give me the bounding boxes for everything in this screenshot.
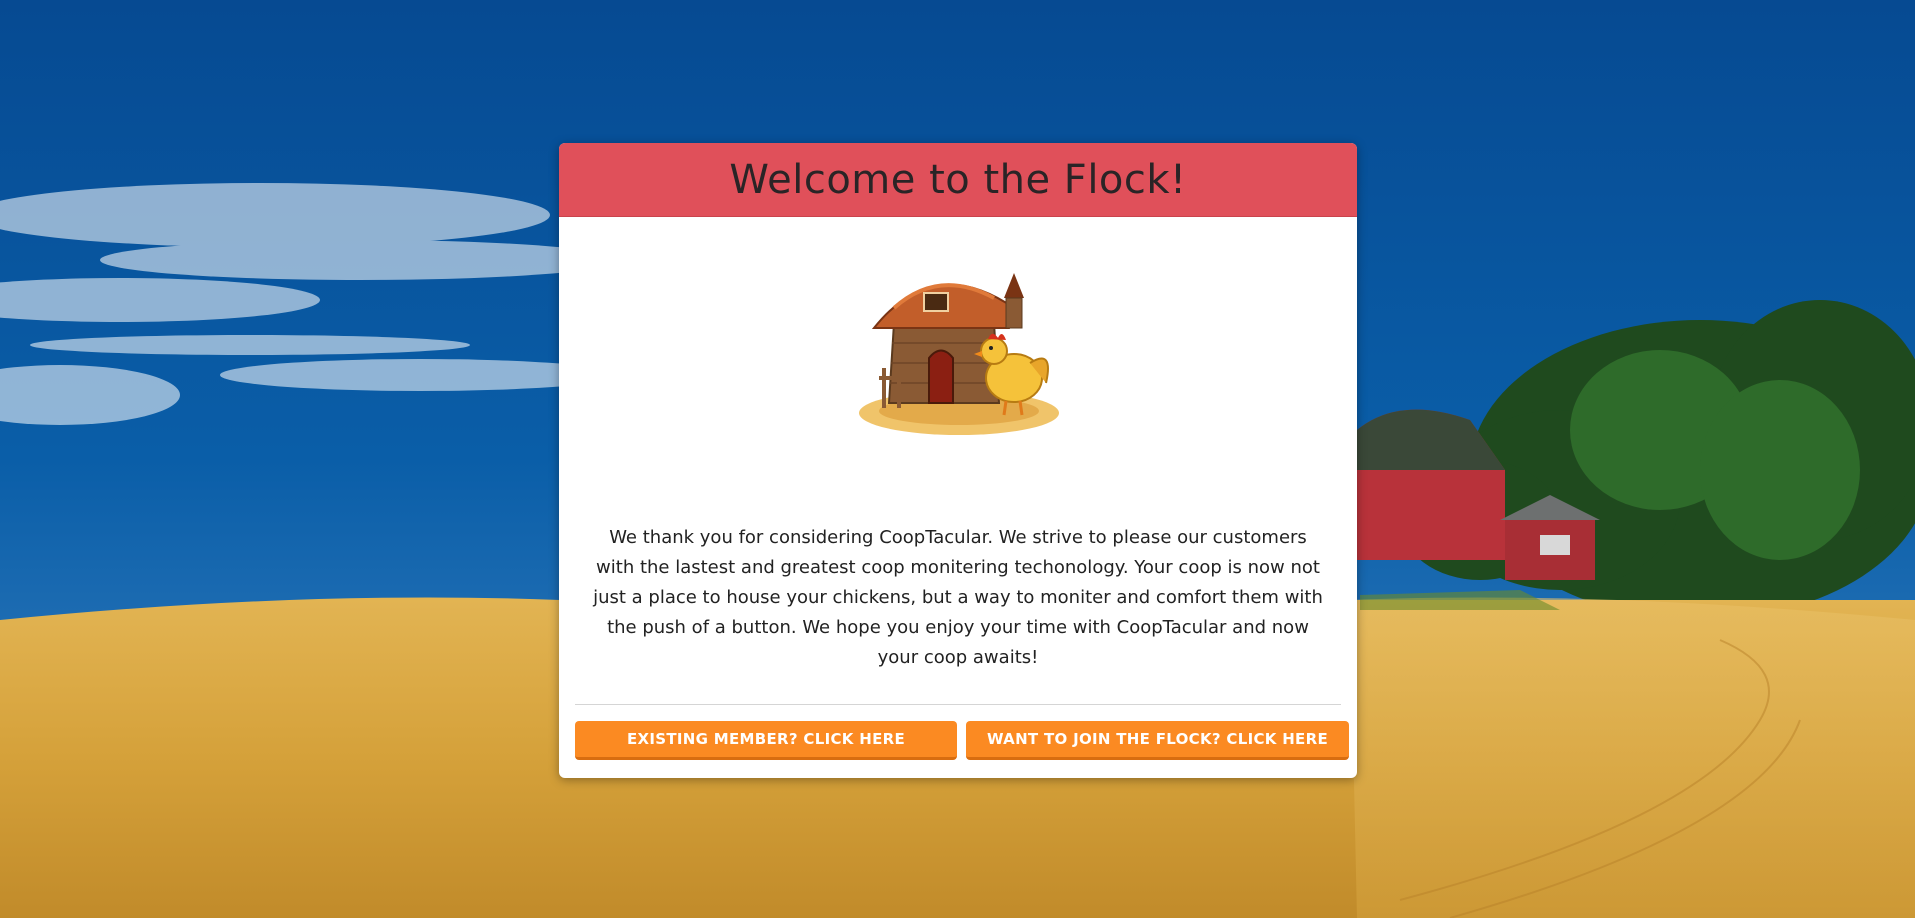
modal-header: Welcome to the Flock! [559,143,1357,217]
join-flock-button[interactable]: WANT TO JOIN THE FLOCK? CLICK HERE [966,721,1349,760]
welcome-message: We thank you for considering CoopTacular… [593,527,1323,668]
welcome-modal: Welcome to the Flock! We thank you for c… [559,143,1357,778]
chicken-coop-illustration [854,243,1064,443]
divider [575,704,1341,705]
modal-title: Welcome to the Flock! [729,156,1187,203]
existing-member-button[interactable]: EXISTING MEMBER? CLICK HERE [575,721,957,760]
